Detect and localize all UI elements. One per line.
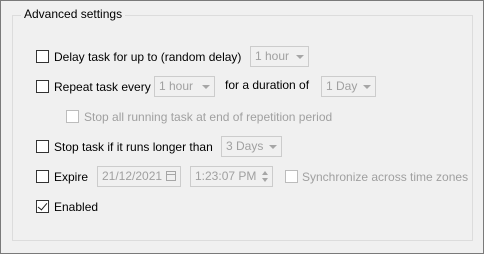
- expire-checkbox[interactable]: [36, 170, 49, 183]
- chevron-down-icon: [269, 145, 277, 149]
- calendar-icon[interactable]: [166, 171, 176, 181]
- repeat-duration-dropdown[interactable]: 1 Day: [321, 76, 376, 97]
- repeat-interval-dropdown[interactable]: 1 hour: [154, 76, 215, 97]
- chevron-down-icon: [363, 85, 371, 89]
- stop-long-duration-dropdown[interactable]: 3 Days: [221, 136, 282, 157]
- delay-duration-dropdown[interactable]: 1 hour: [250, 46, 309, 67]
- enabled-label[interactable]: Enabled: [54, 200, 98, 214]
- duration-label: for a duration of: [225, 78, 310, 92]
- stop-all-running-label[interactable]: Stop all running task at end of repetiti…: [84, 110, 332, 124]
- enabled-checkbox[interactable]: [36, 200, 49, 213]
- chevron-down-icon: [202, 85, 210, 89]
- advanced-settings-panel: Advanced settings Delay task for up to (…: [0, 0, 484, 254]
- expire-time-value: 1:23:07 PM: [195, 169, 257, 183]
- spin-down-icon[interactable]: [262, 178, 268, 182]
- synchronize-timezones-checkbox[interactable]: [285, 170, 298, 183]
- chevron-down-icon: [296, 55, 304, 59]
- delay-duration-value: 1 hour: [255, 49, 290, 63]
- synchronize-timezones-label[interactable]: Synchronize across time zones: [302, 170, 468, 184]
- delay-task-label[interactable]: Delay task for up to (random delay): [54, 50, 241, 64]
- spin-up-icon[interactable]: [262, 171, 268, 175]
- stop-long-task-label[interactable]: Stop task if it runs longer than: [54, 140, 213, 154]
- group-title: Advanced settings: [21, 6, 126, 22]
- expire-date-value: 21/12/2021: [102, 169, 163, 183]
- expire-label[interactable]: Expire: [54, 170, 88, 184]
- expire-time-picker[interactable]: 1:23:07 PM: [190, 166, 273, 187]
- repeat-task-label[interactable]: Repeat task every: [54, 80, 151, 94]
- repeat-interval-value: 1 hour: [159, 79, 194, 93]
- delay-task-checkbox[interactable]: [36, 50, 49, 63]
- repeat-duration-value: 1 Day: [326, 79, 358, 93]
- expire-date-picker[interactable]: 21/12/2021: [97, 166, 181, 187]
- repeat-task-checkbox[interactable]: [36, 80, 49, 93]
- stop-all-running-checkbox[interactable]: [66, 110, 79, 123]
- stop-long-task-checkbox[interactable]: [36, 140, 49, 153]
- stop-long-duration-value: 3 Days: [226, 139, 264, 153]
